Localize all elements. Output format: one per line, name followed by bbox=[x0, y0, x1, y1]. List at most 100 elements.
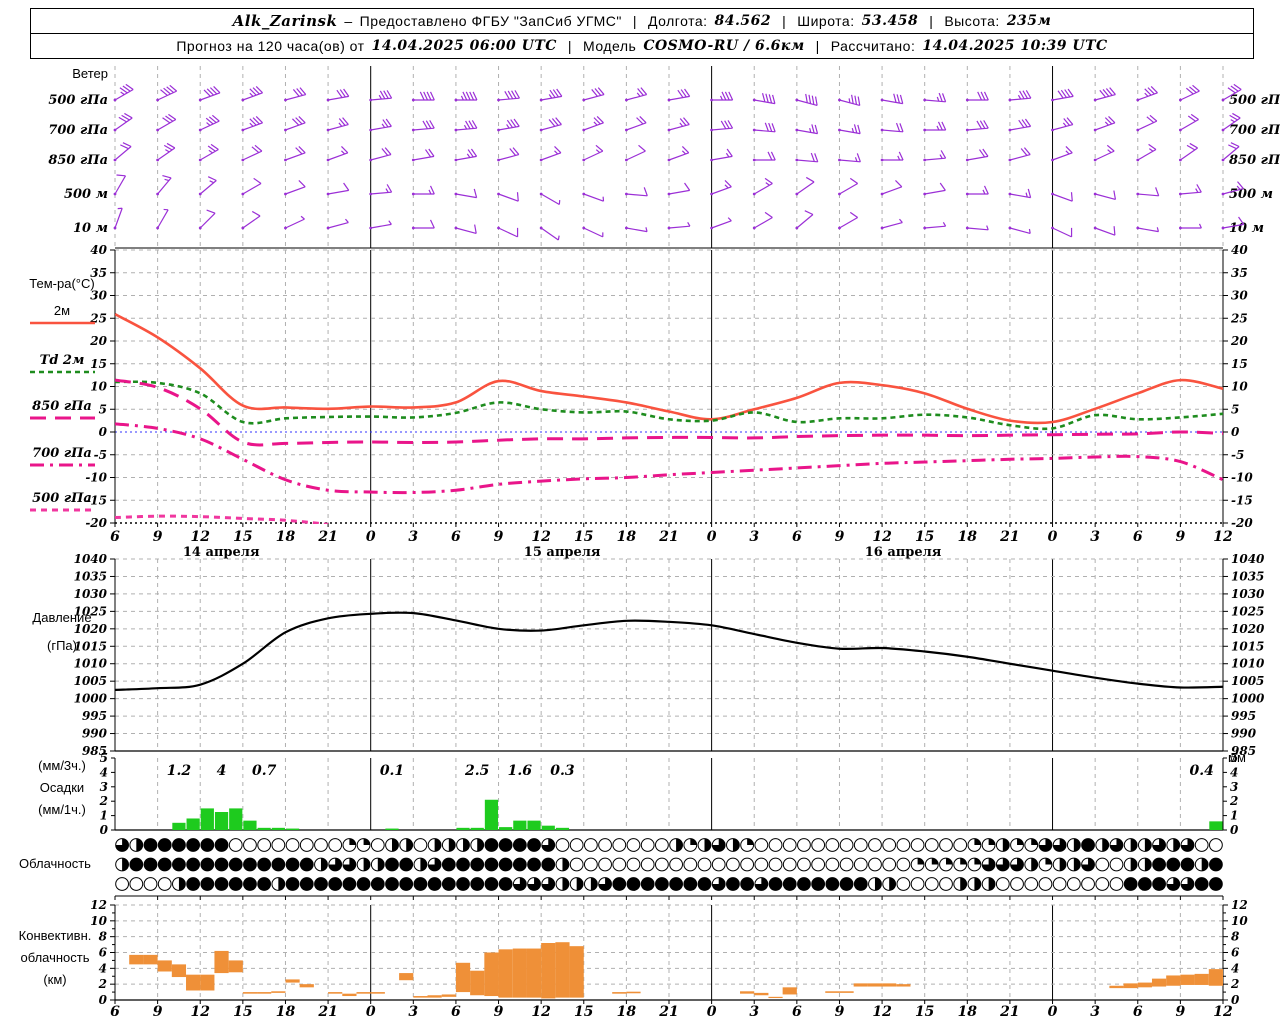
convective-bar bbox=[782, 987, 797, 995]
convective-bar bbox=[129, 954, 144, 965]
convective-bar bbox=[740, 991, 755, 994]
axis-label: 9 bbox=[1176, 529, 1186, 545]
precip-bar bbox=[200, 808, 214, 830]
precip-bar bbox=[555, 827, 570, 830]
pressure-panel: 985 985990 990995 9951000 10001005 10051010 10… bbox=[74, 552, 1265, 758]
convective-bar bbox=[299, 984, 314, 988]
cloud-symbol bbox=[257, 877, 272, 891]
cloud-symbol bbox=[299, 857, 314, 872]
axis-label: 20 bbox=[1230, 334, 1248, 348]
legend-label-2m: 2м bbox=[54, 303, 70, 318]
axis-label: 5 bbox=[1230, 751, 1238, 765]
convective-bar bbox=[882, 983, 897, 987]
cloud-symbol bbox=[910, 877, 925, 891]
axis-label: 21 bbox=[999, 529, 1019, 545]
cloud-symbol bbox=[228, 857, 243, 872]
cloud-symbol bbox=[953, 838, 968, 852]
precip-panel: 0 01 12 23 34 45 51.2 4 0.7 0.1 2.5 1.6 0.3 0.4 bbox=[99, 751, 1239, 837]
axis-label: 12 bbox=[190, 529, 210, 545]
axis-label: 12 bbox=[1231, 898, 1248, 912]
axis-label: 6 bbox=[110, 1004, 120, 1020]
axis-label: 1020 bbox=[74, 622, 108, 636]
cloud-symbol bbox=[271, 857, 286, 872]
cloud-symbol bbox=[157, 838, 172, 852]
precip-bar bbox=[1209, 821, 1223, 830]
convective-bar bbox=[825, 991, 840, 993]
precip-bar bbox=[499, 827, 513, 830]
axis-label: 3 bbox=[408, 1004, 418, 1020]
precip-bar bbox=[214, 812, 229, 830]
cloud-symbol bbox=[370, 838, 385, 852]
cloud-symbol bbox=[825, 877, 840, 891]
cloud-symbol bbox=[811, 838, 826, 852]
axis-label: 1040 bbox=[74, 552, 108, 566]
axis-label: 10 bbox=[90, 380, 107, 394]
axis-label: 0.7 bbox=[252, 763, 277, 779]
axis-label: 4 bbox=[217, 763, 227, 779]
cloud-symbol bbox=[157, 857, 172, 872]
cloud-symbol bbox=[782, 877, 797, 891]
axis-label: -5 bbox=[1231, 448, 1244, 462]
axis-label: 10 м bbox=[1229, 221, 1264, 236]
cloud-symbol bbox=[697, 877, 712, 891]
cloud-symbol bbox=[782, 857, 797, 872]
cloud-symbol bbox=[314, 877, 328, 891]
cloud-symbol bbox=[427, 877, 442, 891]
convective-bar bbox=[1180, 974, 1195, 985]
axis-label: 2.5 bbox=[464, 763, 489, 779]
cloud-symbol bbox=[143, 877, 158, 891]
convective-bar bbox=[541, 943, 556, 999]
axis-label: -10 bbox=[85, 471, 107, 485]
convective-bar bbox=[157, 960, 172, 972]
wind-panel-title: Ветер bbox=[72, 66, 108, 81]
axis-label: 15 bbox=[90, 357, 107, 371]
cloud-symbol bbox=[626, 857, 641, 872]
axis-label: 700 гПа bbox=[48, 123, 108, 138]
convective-bar bbox=[526, 948, 542, 998]
precip-unit-1h: (мм/1ч.) bbox=[38, 802, 86, 817]
axis-label: 0 bbox=[1048, 529, 1058, 545]
cloud-symbol bbox=[754, 838, 769, 852]
axis-label: 4 bbox=[100, 765, 108, 779]
cloud-symbol bbox=[399, 877, 414, 891]
axis-label: 18 bbox=[958, 529, 978, 545]
precip-bar bbox=[186, 818, 200, 830]
cloud-symbol bbox=[498, 838, 513, 852]
axis-label: 3 bbox=[1090, 529, 1100, 545]
cloud-symbol bbox=[683, 877, 698, 891]
cloud-symbol bbox=[1166, 857, 1181, 872]
axis-label: 21 bbox=[658, 529, 678, 545]
cloud-panel-title: Облачность bbox=[19, 856, 91, 871]
cloud-symbol bbox=[200, 877, 215, 891]
axis-label: -20 bbox=[1231, 516, 1253, 530]
cloud-symbol bbox=[726, 857, 740, 872]
precip-unit-3h: (мм/3ч.) bbox=[38, 758, 86, 773]
axis-label: 9 bbox=[835, 529, 845, 545]
axis-label: 500 м bbox=[64, 187, 108, 202]
wind-barbs bbox=[113, 83, 1245, 241]
cloud-symbol bbox=[896, 857, 911, 872]
axis-label: 3 bbox=[1090, 1004, 1100, 1020]
cloud-symbol bbox=[214, 857, 229, 872]
cloud-symbol bbox=[243, 838, 257, 852]
legend-label-850: 850 гПа bbox=[32, 399, 92, 414]
cloud-symbol bbox=[768, 877, 783, 891]
cloud-symbol bbox=[1123, 877, 1138, 891]
axis-label: 3 bbox=[100, 780, 108, 794]
cloud-symbol bbox=[342, 877, 357, 891]
cloud-symbol bbox=[527, 857, 541, 872]
cloud-symbol bbox=[541, 857, 556, 872]
convective-bar bbox=[455, 962, 471, 993]
axis-label: 25 bbox=[1230, 311, 1248, 325]
cloud-symbol bbox=[1095, 877, 1110, 891]
convective-bar bbox=[612, 992, 627, 994]
convective-bar bbox=[1208, 969, 1223, 986]
cloud-symbol bbox=[683, 857, 698, 872]
axis-label: 21 bbox=[658, 1004, 678, 1020]
cloud-symbol bbox=[285, 857, 300, 872]
temp-panel-title: Тем-ра(°C) bbox=[29, 276, 94, 291]
axis-label: 1.6 bbox=[508, 763, 533, 779]
precip-bar bbox=[172, 822, 186, 830]
axis-label: 15 апреля bbox=[524, 545, 601, 560]
cloud-symbol bbox=[839, 877, 854, 891]
